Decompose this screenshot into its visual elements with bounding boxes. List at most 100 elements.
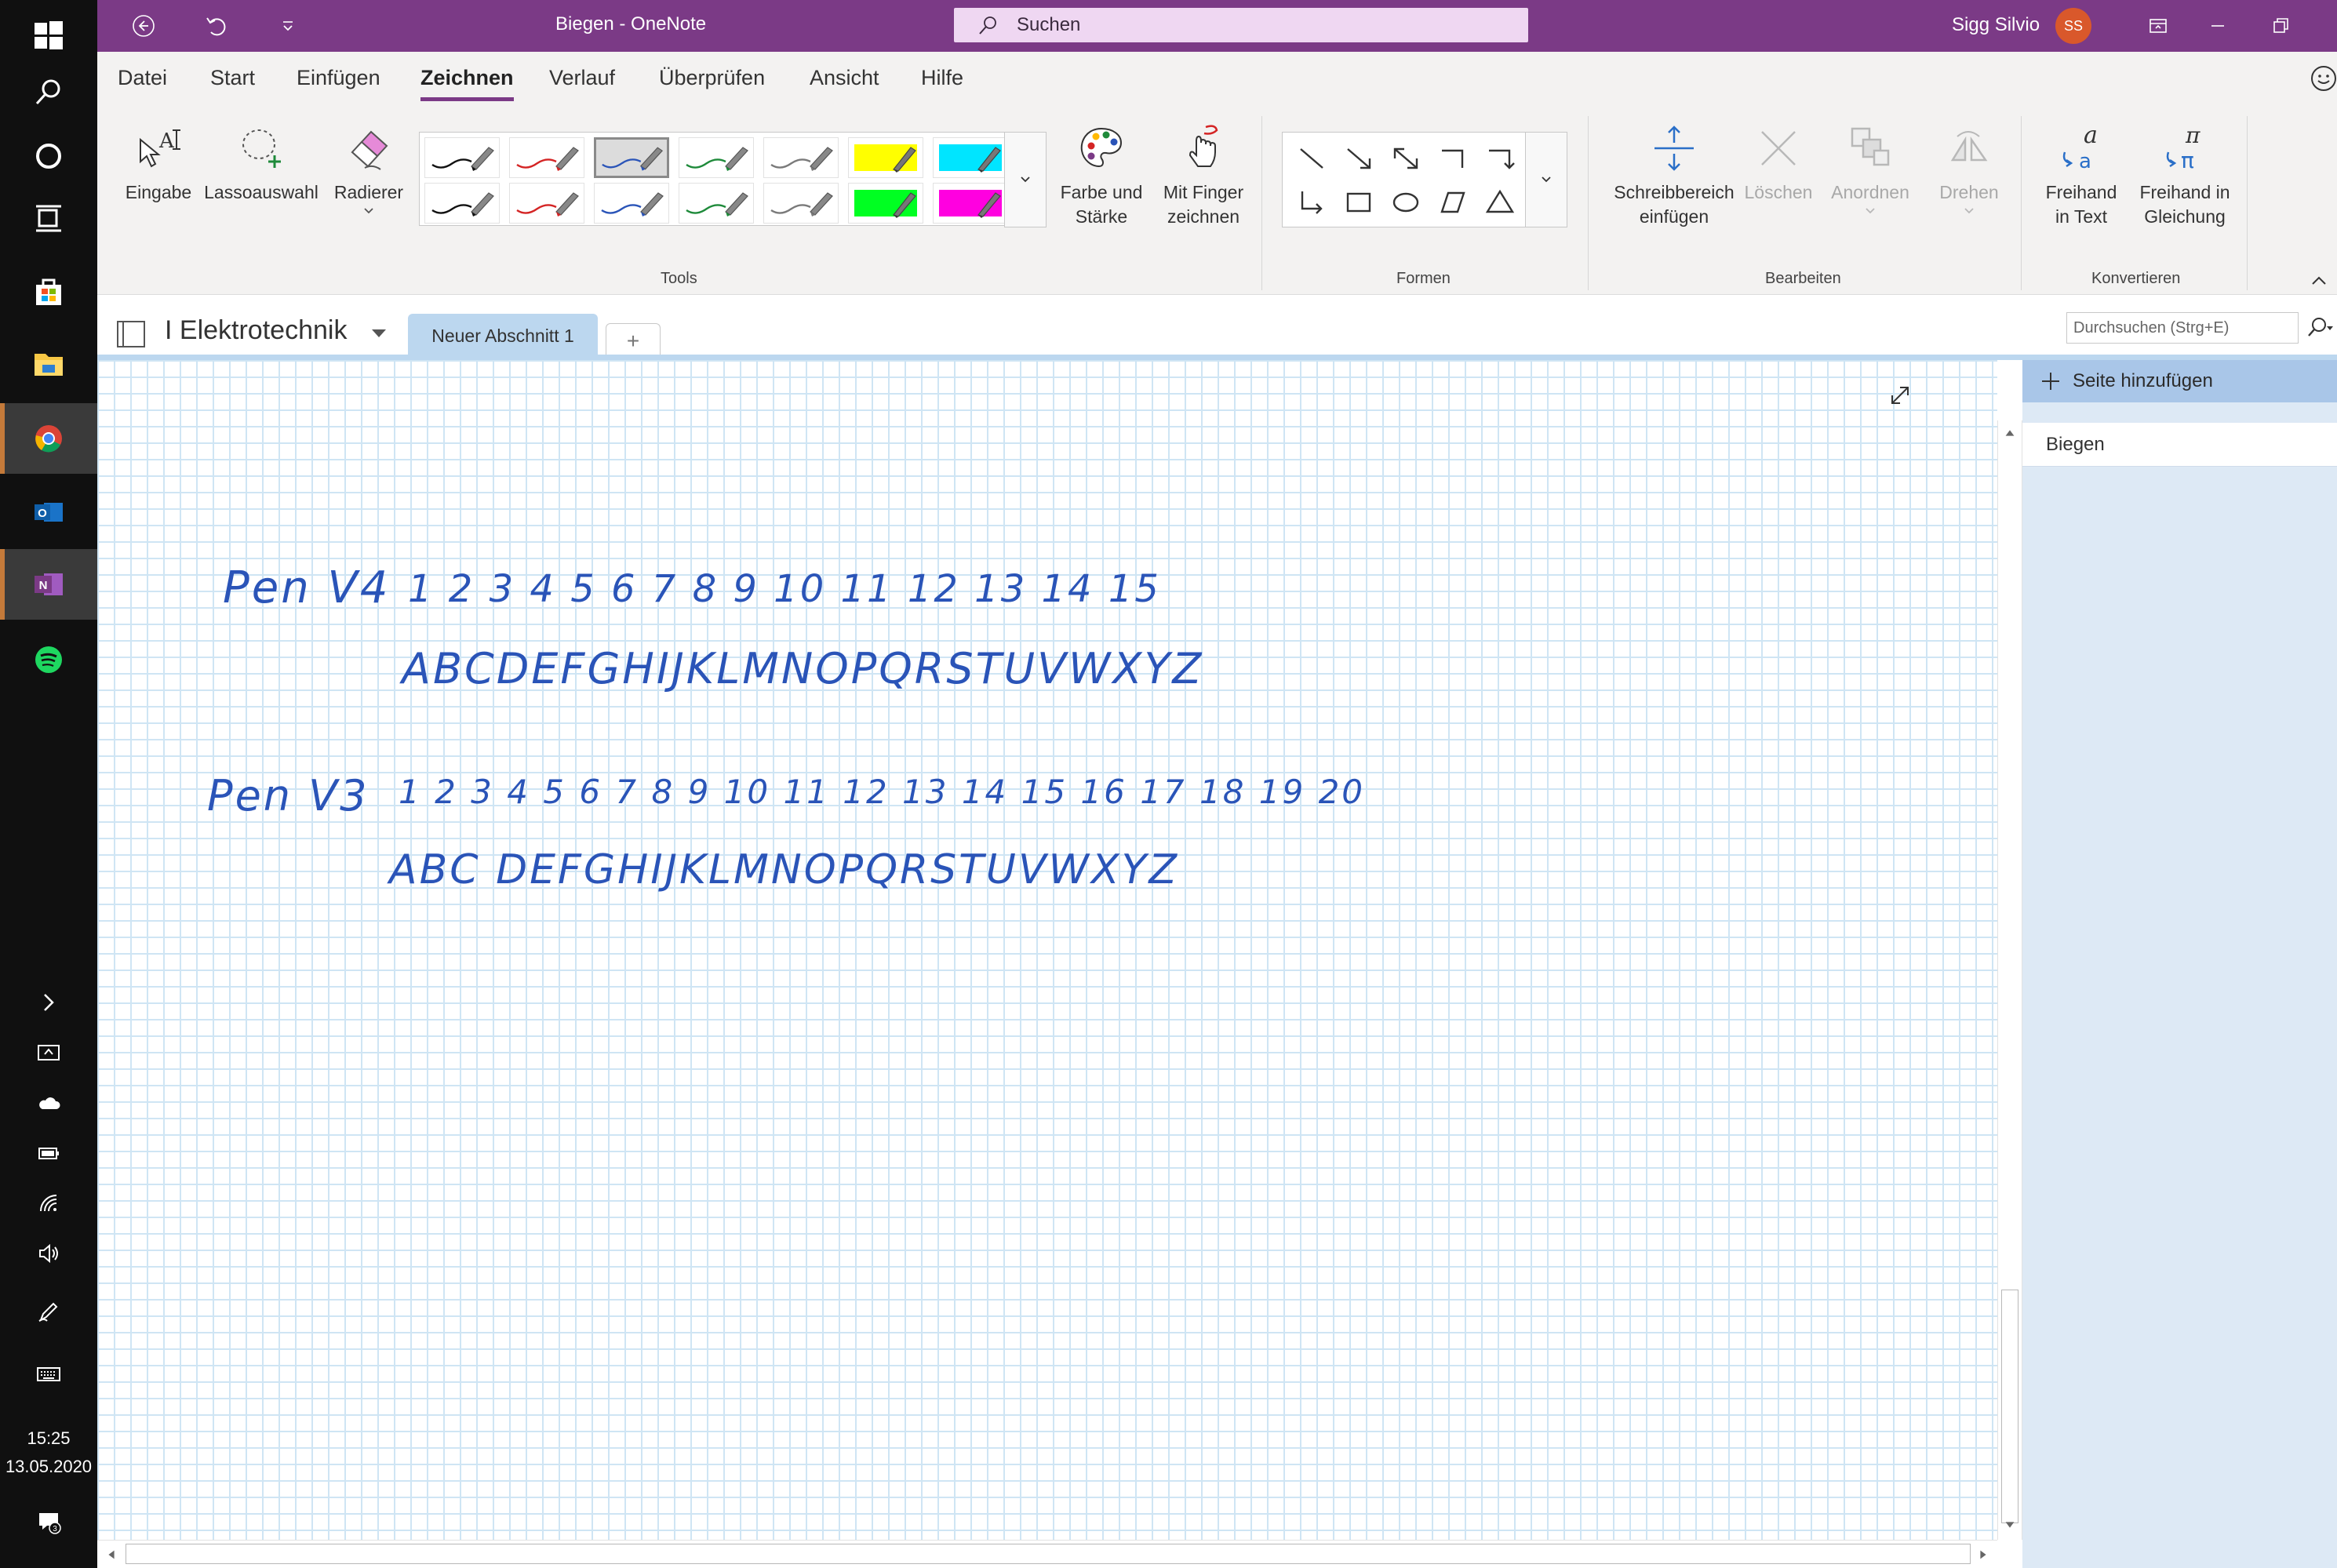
pen-swatch[interactable]: [763, 183, 839, 224]
color-thickness-button[interactable]: Farbe und Stärke: [1053, 121, 1150, 229]
highlighter-swatch[interactable]: [933, 183, 1008, 224]
ink-to-math-button[interactable]: ππ Freihand in Gleichung: [2128, 121, 2242, 229]
triangle-shape-icon[interactable]: [1477, 181, 1523, 224]
double-arrow-shape-icon[interactable]: [1383, 137, 1429, 180]
rectangle-shape-icon[interactable]: [1336, 181, 1381, 224]
tab-zeichnen[interactable]: Zeichnen: [420, 66, 514, 101]
ink-label-pen-v3[interactable]: Pen V3: [207, 771, 369, 820]
tab-einfuegen[interactable]: Einfügen: [297, 66, 380, 90]
system-clock[interactable]: 15:25 13.05.2020: [0, 1424, 97, 1481]
elbow-shape-icon[interactable]: [1430, 137, 1476, 180]
search-icon[interactable]: [2305, 314, 2335, 342]
page-list-item[interactable]: Biegen: [2022, 423, 2337, 467]
pen-gallery-more-button[interactable]: [1004, 132, 1047, 227]
chrome-icon[interactable]: [0, 403, 97, 474]
action-center-icon[interactable]: 3: [0, 1497, 97, 1547]
lasso-select-button[interactable]: Lassoauswahl: [202, 121, 320, 205]
task-view-icon[interactable]: [0, 184, 97, 254]
chevron-right-icon[interactable]: [0, 977, 97, 1028]
tab-ueberpruefen[interactable]: Überprüfen: [659, 66, 765, 90]
elbow-down-arrow-shape-icon[interactable]: [1289, 181, 1334, 224]
highlighter-swatch[interactable]: [848, 183, 923, 224]
undo-icon[interactable]: [199, 9, 232, 42]
pen-swatch[interactable]: [424, 137, 500, 178]
ink-label-pen-v4[interactable]: Pen V4: [223, 562, 390, 613]
windows-ink-icon[interactable]: [0, 1286, 97, 1337]
ink-numbers-v3[interactable]: 1 2 3 4 5 6 7 8 9 10 11 12 13 14 15 16 1…: [399, 773, 1365, 811]
pen-swatch[interactable]: [679, 137, 754, 178]
scroll-up-icon[interactable]: [1999, 422, 2021, 444]
eraser-button[interactable]: Radierer: [329, 121, 408, 216]
scroll-down-icon[interactable]: [1999, 1514, 2021, 1536]
elbow-arrow-shape-icon[interactable]: [1477, 137, 1523, 180]
pen-swatch[interactable]: [509, 137, 584, 178]
search-icon[interactable]: [0, 56, 97, 127]
pen-swatch[interactable]: [594, 137, 669, 178]
delete-button[interactable]: Löschen: [1743, 121, 1814, 205]
shapes-more-button[interactable]: [1525, 132, 1567, 227]
ink-numbers-v4[interactable]: 1 2 3 4 5 6 7 8 9 10 11 12 13 14 15: [408, 567, 1161, 611]
full-page-view-icon[interactable]: [1886, 381, 1914, 409]
tab-ansicht[interactable]: Ansicht: [810, 66, 879, 90]
tab-hilfe[interactable]: Hilfe: [921, 66, 963, 90]
avatar[interactable]: SS: [2055, 8, 2091, 44]
onedrive-icon[interactable]: [0, 1078, 97, 1128]
ink-alphabet-v4[interactable]: ABCDEFGHIJKLMNOPQRSTUVWXYZ: [402, 644, 1203, 693]
back-icon[interactable]: [127, 9, 160, 42]
file-explorer-icon[interactable]: [0, 328, 97, 398]
battery-icon[interactable]: [0, 1128, 97, 1178]
notebook-name[interactable]: I Elektrotechnik: [165, 315, 347, 346]
add-page-button[interactable]: Seite hinzufügen: [2022, 360, 2337, 402]
notebook-search-input[interactable]: Durchsuchen (Strg+E): [2066, 312, 2299, 344]
add-section-button[interactable]: +: [606, 323, 661, 358]
scroll-right-icon[interactable]: [1972, 1544, 1994, 1566]
vertical-scroll-thumb[interactable]: [2001, 1290, 2018, 1523]
microsoft-store-icon[interactable]: [0, 256, 97, 326]
eingabe-button[interactable]: A Eingabe: [119, 121, 198, 205]
vertical-scrollbar[interactable]: [1997, 420, 2022, 1540]
pen-swatch[interactable]: [594, 183, 669, 224]
chevron-down-icon[interactable]: [362, 206, 375, 216]
insert-space-button[interactable]: Schreibbereich einfügen: [1607, 121, 1742, 229]
notebook-dropdown-icon[interactable]: [370, 328, 388, 339]
ellipse-shape-icon[interactable]: [1383, 181, 1429, 224]
user-name[interactable]: Sigg Silvio: [1952, 14, 2040, 36]
outlook-icon[interactable]: O: [0, 477, 97, 548]
customize-quick-access-icon[interactable]: [271, 9, 304, 42]
notebook-icon[interactable]: [115, 320, 147, 348]
touch-keyboard-icon[interactable]: [0, 1349, 97, 1399]
ink-to-text-button[interactable]: aa Freihand in Text: [2038, 121, 2124, 229]
tab-start[interactable]: Start: [210, 66, 255, 90]
pen-swatch[interactable]: [763, 137, 839, 178]
pen-swatch[interactable]: [424, 183, 500, 224]
wifi-icon[interactable]: [0, 1178, 97, 1228]
onenote-icon[interactable]: N: [0, 549, 97, 620]
pen-swatch[interactable]: [679, 183, 754, 224]
pen-swatch[interactable]: [509, 183, 584, 224]
volume-icon[interactable]: [0, 1228, 97, 1279]
minimize-icon[interactable]: [2200, 8, 2236, 44]
rotate-button[interactable]: Drehen: [1930, 121, 2008, 216]
page-canvas[interactable]: Pen V4 1 2 3 4 5 6 7 8 9 10 11 12 13 14 …: [97, 360, 1997, 1540]
ribbon-display-options-icon[interactable]: [2140, 8, 2176, 44]
ink-alphabet-v3[interactable]: ABC DEFGHIJKLMNOPQRSTUVWXYZ: [389, 846, 1179, 893]
collapse-ribbon-icon[interactable]: [2308, 273, 2330, 289]
feedback-smiley-icon[interactable]: [2306, 61, 2337, 96]
horizontal-scrollbar[interactable]: [97, 1540, 1997, 1568]
restore-icon[interactable]: [2262, 8, 2299, 44]
horizontal-scroll-thumb[interactable]: [126, 1544, 1971, 1564]
arrange-button[interactable]: Anordnen: [1823, 121, 1917, 216]
tab-datei[interactable]: Datei: [118, 66, 167, 90]
highlighter-swatch[interactable]: [933, 137, 1008, 178]
section-tab[interactable]: Neuer Abschnitt 1: [408, 314, 598, 358]
desktop-share-icon[interactable]: [0, 1028, 97, 1078]
line-shape-icon[interactable]: [1289, 137, 1334, 180]
tab-verlauf[interactable]: Verlauf: [549, 66, 615, 90]
arrow-shape-icon[interactable]: [1336, 137, 1381, 180]
parallelogram-shape-icon[interactable]: [1430, 181, 1476, 224]
cortana-icon[interactable]: [0, 121, 97, 191]
draw-with-touch-button[interactable]: Mit Finger zeichnen: [1148, 121, 1258, 229]
scroll-left-icon[interactable]: [100, 1544, 122, 1566]
search-input[interactable]: Suchen: [954, 8, 1528, 42]
highlighter-swatch[interactable]: [848, 137, 923, 178]
